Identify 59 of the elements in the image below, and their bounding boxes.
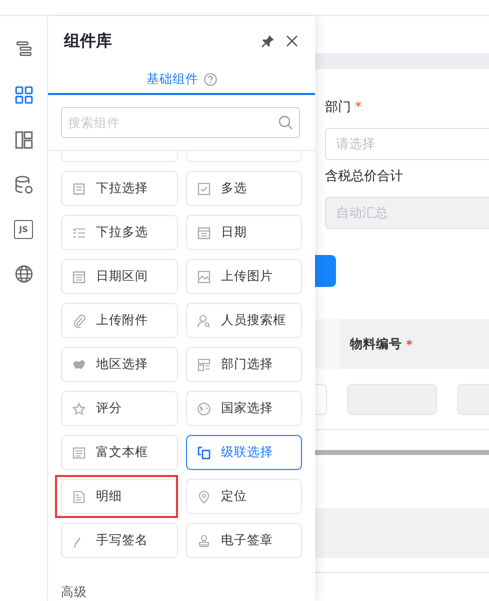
grid-icon[interactable] xyxy=(14,85,34,105)
panel-title: 组件库 xyxy=(64,30,113,52)
help-icon[interactable] xyxy=(204,72,216,86)
field-label: 含税总价合计 xyxy=(325,168,403,185)
image-icon xyxy=(197,270,211,284)
column-header: 物料编号 xyxy=(350,336,402,352)
cascade-icon xyxy=(197,446,211,460)
globe-icon xyxy=(197,402,211,416)
component-card[interactable]: 定位 xyxy=(186,479,302,514)
component-card[interactable]: 下拉选择 xyxy=(61,171,178,206)
calendar-icon xyxy=(72,270,86,284)
component-card[interactable]: 多选 xyxy=(186,171,302,206)
component-card[interactable]: 明细 xyxy=(61,479,178,514)
pin-icon[interactable] xyxy=(261,34,275,48)
input-field[interactable] xyxy=(315,384,328,414)
component-card[interactable]: 电子签章 xyxy=(186,523,302,558)
stamp-icon xyxy=(197,534,211,548)
person-search-icon xyxy=(197,314,211,328)
component-card[interactable]: 上传图片 xyxy=(186,259,302,294)
close-icon[interactable] xyxy=(285,34,299,48)
list-box-icon xyxy=(72,182,86,196)
layout-icon[interactable] xyxy=(14,130,34,150)
database-gear-icon[interactable] xyxy=(14,175,34,195)
scrollbar[interactable] xyxy=(315,450,489,455)
text-lines-icon xyxy=(72,446,86,460)
calendar-icon xyxy=(197,226,211,240)
primary-button[interactable] xyxy=(315,255,336,287)
org-chart-icon xyxy=(197,358,211,372)
map-icon xyxy=(72,358,86,372)
input-field[interactable]: 请选择 xyxy=(325,128,489,160)
tab[interactable]: 基础组件 xyxy=(146,66,216,92)
required-mark: * xyxy=(406,336,413,352)
star-icon xyxy=(72,402,86,416)
location-pin-icon xyxy=(197,490,211,504)
component-card[interactable]: 国家选择 xyxy=(186,391,302,426)
component-card[interactable]: 评分 xyxy=(61,391,178,426)
document-icon xyxy=(72,490,86,504)
input-field[interactable] xyxy=(347,384,436,414)
component-card[interactable]: 人员搜索框 xyxy=(186,303,302,338)
component-card[interactable]: 上传附件 xyxy=(61,303,178,338)
checkbox-icon xyxy=(197,182,211,196)
globe-icon[interactable] xyxy=(14,264,34,284)
field-label: 部门 xyxy=(325,99,351,116)
component-card[interactable]: 下拉多选 xyxy=(61,215,178,250)
component-card[interactable]: 级联选择 xyxy=(186,435,302,470)
search-field[interactable]: 搜索组件 xyxy=(61,107,300,138)
component-card[interactable]: 日期区间 xyxy=(61,259,178,294)
component-card[interactable]: 手写签名 xyxy=(61,523,178,558)
search-icon[interactable] xyxy=(278,115,293,130)
component-card[interactable]: 日期 xyxy=(186,215,302,250)
component-card[interactable]: 富文本框 xyxy=(61,435,178,470)
component-card[interactable]: 地区选择 xyxy=(61,347,178,382)
required-mark: * xyxy=(355,100,362,114)
component-card[interactable]: 部门选择 xyxy=(186,347,302,382)
script-icon[interactable]: JS xyxy=(14,220,33,239)
paperclip-icon xyxy=(72,314,86,328)
section-heading: 高级 xyxy=(61,584,88,601)
input-field[interactable] xyxy=(456,384,489,414)
checklist-icon xyxy=(72,226,86,240)
